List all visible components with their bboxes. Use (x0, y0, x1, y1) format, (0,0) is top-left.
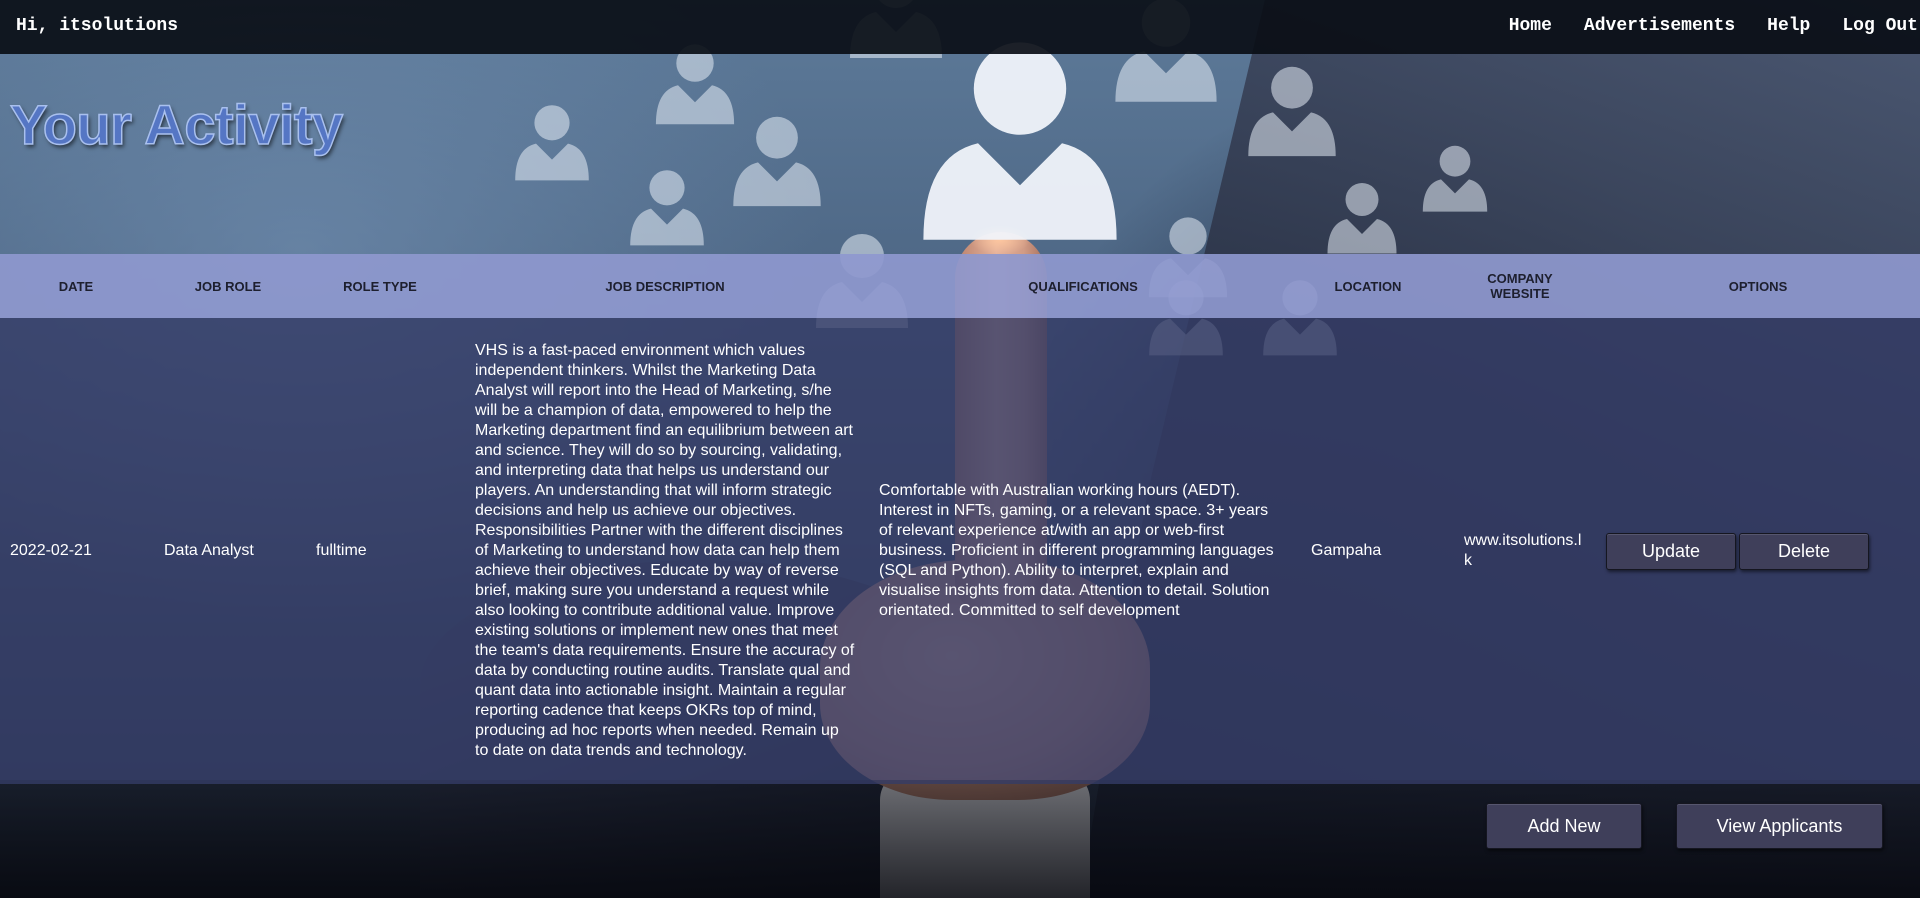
nav-home-link[interactable]: Home (1509, 16, 1552, 36)
column-header-qualifications: QUALIFICATIONS (1028, 278, 1138, 294)
main-nav: Home Advertisements Help Log Out (1509, 16, 1918, 36)
page-actions: Add New View Applicants (1486, 803, 1883, 849)
cell-options: Update Delete (1596, 318, 1920, 784)
table-row: 2022-02-21 Data Analyst fulltime VHS is … (0, 318, 1920, 784)
cell-company-website: www.itsolutions.lk (1464, 532, 1582, 569)
column-header-role-type: ROLE TYPE (343, 278, 417, 294)
page-title: Your Activity (9, 92, 344, 157)
top-nav-bar: Hi, itsolutions Home Advertisements Help… (0, 0, 1920, 54)
column-header-job-description: JOB DESCRIPTION (605, 278, 725, 294)
activity-table: DATE JOB ROLE ROLE TYPE JOB DESCRIPTION … (0, 254, 1920, 784)
activity-table-container: DATE JOB ROLE ROLE TYPE JOB DESCRIPTION … (0, 254, 1920, 784)
update-button[interactable]: Update (1606, 532, 1736, 570)
add-new-button[interactable]: Add New (1486, 803, 1642, 849)
nav-logout-link[interactable]: Log Out (1842, 16, 1918, 36)
delete-button[interactable]: Delete (1739, 532, 1869, 570)
column-header-options: OPTIONS (1728, 278, 1788, 294)
user-greeting: Hi, itsolutions (16, 16, 179, 36)
column-header-job-role: JOB ROLE (194, 278, 262, 294)
cell-job-role: Data Analyst (164, 542, 254, 559)
view-applicants-button[interactable]: View Applicants (1676, 803, 1883, 849)
nav-advertisements-link[interactable]: Advertisements (1584, 16, 1735, 36)
table-header-row: DATE JOB ROLE ROLE TYPE JOB DESCRIPTION … (0, 254, 1920, 318)
cell-qualifications: Comfortable with Australian working hour… (879, 482, 1274, 619)
cell-job-description: VHS is a fast-paced environment which va… (475, 342, 855, 759)
column-header-date: DATE (58, 278, 94, 294)
column-header-location: LOCATION (1334, 278, 1402, 294)
column-header-company-website: COMPANY WEBSITE (1487, 271, 1553, 301)
cell-location: Gampaha (1311, 542, 1382, 559)
nav-help-link[interactable]: Help (1767, 16, 1810, 36)
cell-date: 2022-02-21 (10, 542, 92, 559)
cell-role-type: fulltime (316, 542, 367, 559)
